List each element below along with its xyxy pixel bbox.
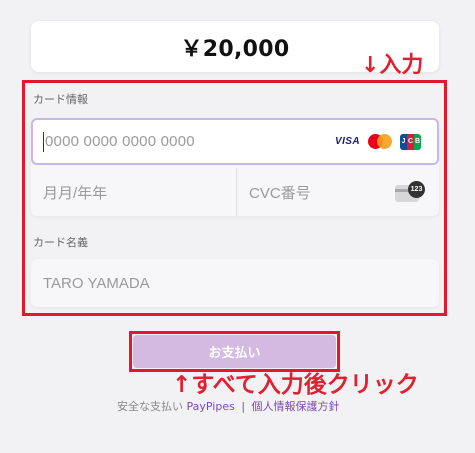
card-info-label: カード情報 bbox=[33, 93, 88, 106]
input-hint-annotation: ↓入力 bbox=[361, 53, 424, 78]
cardholder-name-input[interactable]: TARO YAMADA bbox=[31, 259, 439, 307]
cardholder-label: カード名義 bbox=[33, 236, 88, 249]
expiry-placeholder: 月月/年年 bbox=[43, 184, 108, 202]
pay-button[interactable]: お支払い bbox=[133, 335, 336, 368]
privacy-policy-link[interactable]: 個人情報保護方針 bbox=[252, 400, 340, 413]
text-caret bbox=[43, 131, 44, 152]
field-divider bbox=[236, 168, 237, 216]
cvc-badge: 123 bbox=[408, 181, 425, 198]
expiry-input[interactable]: 月月/年年 bbox=[43, 168, 107, 216]
footer-separator: | bbox=[241, 400, 246, 413]
footer-secure-text: 安全な支払い bbox=[117, 400, 183, 413]
cvc-placeholder: CVC番号 bbox=[249, 184, 311, 202]
card-brand-icons: VISA J C B bbox=[335, 133, 421, 150]
card-detail-row: 月月/年年 CVC番号 123 bbox=[31, 168, 439, 216]
mastercard-icon bbox=[368, 134, 392, 149]
cvc-input[interactable]: CVC番号 bbox=[249, 168, 311, 216]
paypipes-link[interactable]: PayPipes bbox=[187, 400, 235, 413]
footer: 安全な支払い PayPipes | 個人情報保護方針 bbox=[117, 398, 340, 414]
jcb-icon: J C B bbox=[400, 133, 421, 150]
click-hint-annotation: ↑すべて入力後クリック bbox=[172, 372, 419, 398]
card-number-placeholder: 0000 0000 0000 0000 bbox=[45, 133, 195, 150]
card-number-input[interactable]: 0000 0000 0000 0000 VISA J C B bbox=[31, 118, 439, 165]
cardholder-placeholder: TARO YAMADA bbox=[43, 274, 150, 292]
amount-text: ￥20,000 bbox=[180, 36, 290, 62]
cvc-card-icon: 123 bbox=[395, 181, 425, 203]
visa-icon: VISA bbox=[335, 136, 360, 147]
